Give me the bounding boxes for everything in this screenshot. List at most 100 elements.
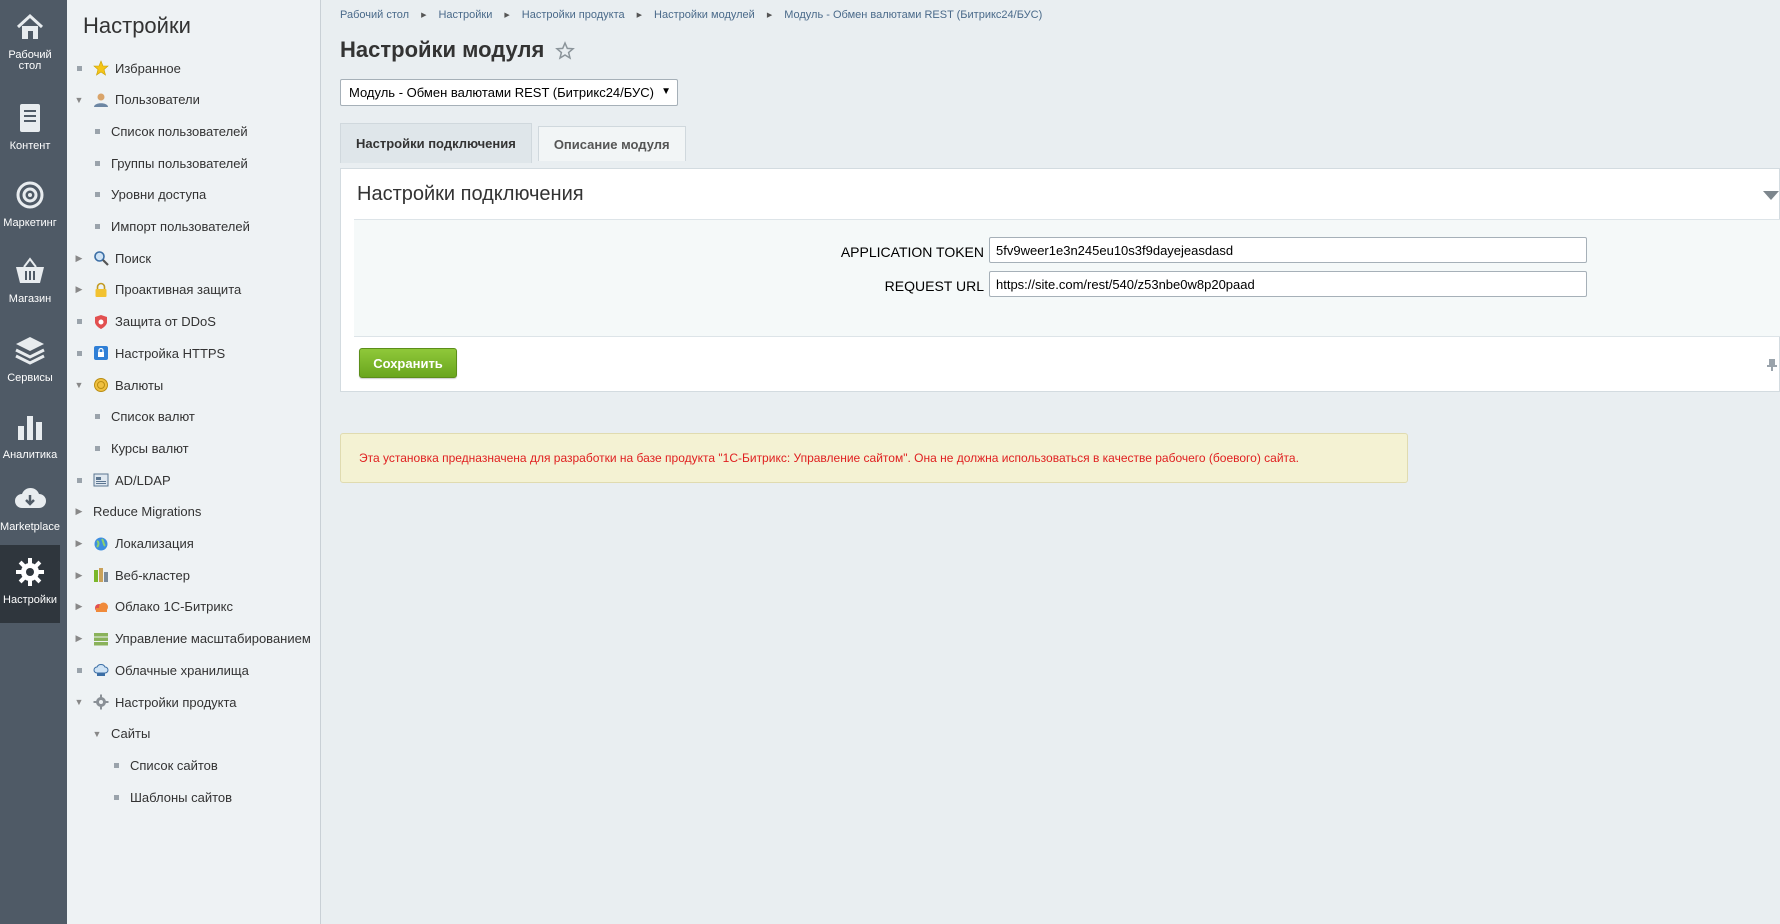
tree-item[interactable]: ▶ Reduce Migrations [71, 502, 202, 522]
notice-text: Эта установка предназначена для разработ… [359, 451, 1299, 465]
tree-item-label: Пользователи [115, 92, 200, 108]
tab-connection-settings[interactable]: Настройки подключения [340, 123, 532, 163]
tree-item[interactable]: ▶ Поиск [71, 248, 151, 268]
rail-label: Маркетинг [3, 217, 57, 229]
rail-label: Магазин [8, 293, 52, 305]
expanded-arrow-icon[interactable]: ▼ [71, 380, 87, 390]
breadcrumb-separator-icon: ▶ [766, 12, 773, 19]
bullet-icon [89, 192, 105, 198]
tab-bar: Настройки подключения Описание модуля [340, 123, 692, 163]
tree-item[interactable]: ▼ Сайты [89, 724, 151, 744]
star-icon [93, 60, 109, 76]
tree-item-label: Локализация [115, 536, 194, 551]
collapsed-arrow-icon[interactable]: ▶ [71, 253, 87, 264]
tree-item[interactable]: ▼ Пользователи [71, 90, 200, 110]
breadcrumb-link[interactable]: Настройки продукта [522, 9, 625, 21]
rail-item-content[interactable]: Контент [0, 91, 60, 173]
breadcrumb-link[interactable]: Модуль - Обмен валютами REST (Битрикс24/… [784, 9, 1042, 21]
tree-item-label: Список валют [111, 409, 195, 425]
bullet-icon [71, 319, 87, 325]
collapsed-arrow-icon[interactable]: ▶ [71, 506, 87, 517]
tree-item[interactable]: Список пользователей [89, 121, 248, 141]
tree-item-label: Поиск [115, 250, 152, 266]
tab-module-description[interactable]: Описание модуля [537, 126, 686, 161]
collapsed-arrow-icon[interactable]: ▶ [71, 633, 87, 644]
application-token-input[interactable] [989, 237, 1587, 263]
tree-item-label: Курсы валют [111, 440, 189, 456]
favorite-star-icon[interactable] [555, 41, 575, 61]
globe-icon [93, 536, 109, 552]
bullet-icon [108, 762, 124, 768]
tree-item[interactable]: Список валют [89, 407, 195, 427]
cloud-download-icon [13, 482, 47, 516]
tree-item[interactable]: AD/LDAP [71, 470, 171, 490]
collapsed-arrow-icon[interactable]: ▶ [71, 284, 87, 295]
tree-item[interactable]: Уровни доступа [89, 185, 206, 205]
section-title: Настройки подключения [357, 183, 584, 205]
tree-item-label: Шаблоны сайтов [130, 789, 233, 805]
gear-icon [13, 555, 47, 589]
expanded-arrow-icon[interactable]: ▼ [71, 697, 87, 707]
collapsed-arrow-icon[interactable]: ▶ [71, 570, 87, 581]
bullet-icon [89, 414, 105, 420]
tree-item[interactable]: Облачные хранилища [71, 660, 249, 680]
panel-title: Настройки [83, 13, 191, 38]
collapse-arrow-icon[interactable] [1763, 191, 1779, 200]
breadcrumb-link[interactable]: Рабочий стол [340, 9, 409, 21]
tree-item[interactable]: ▼ Настройки продукта [71, 692, 237, 712]
request-url-input[interactable] [989, 271, 1587, 297]
main-content: Рабочий стол ▶ Настройки ▶ Настройки про… [322, 0, 1780, 924]
page-title: Настройки модуля [340, 37, 545, 62]
rail-label: Marketplace [0, 521, 60, 533]
breadcrumb-link[interactable]: Настройки модулей [654, 9, 755, 21]
pin-icon[interactable] [1767, 359, 1777, 371]
bullet-dot [76, 350, 82, 356]
request-url-label: REQUEST URL [884, 278, 984, 294]
tree-item[interactable]: Защита от DDoS [71, 312, 216, 332]
tree-item[interactable]: Курсы валют [89, 438, 189, 458]
tree-item[interactable]: ▶ Облако 1С-Битрикс [71, 597, 233, 617]
rail-item-desktop[interactable]: Рабочий стол [0, 0, 60, 82]
collapsed-arrow-icon[interactable]: ▶ [71, 601, 87, 612]
tree-item[interactable]: ▼ Валюты [71, 375, 164, 395]
tree-item[interactable]: ▶ Локализация [71, 534, 194, 554]
tree-item[interactable]: ▶ Управление масштабированием [71, 629, 311, 649]
rail-label: Настройки [3, 594, 57, 606]
bullet-icon [108, 794, 124, 800]
tree-item[interactable]: Импорт пользователей [89, 217, 250, 237]
rail-label: Контент [9, 140, 51, 152]
expanded-arrow-icon[interactable]: ▼ [89, 729, 105, 739]
rail-item-settings[interactable]: Настройки [0, 545, 60, 623]
tree-item[interactable]: Избранное [71, 58, 181, 78]
cluster-icon [93, 567, 109, 583]
tree-item[interactable]: ▶ Проактивная защита [71, 280, 242, 300]
rail-item-marketplace[interactable]: Marketplace [0, 472, 60, 554]
bullet-icon [71, 477, 87, 483]
rail-item-shop[interactable]: Магазин [0, 244, 60, 326]
bullet-dot [113, 762, 119, 768]
bullet-dot [76, 319, 82, 325]
module-select[interactable]: Модуль - Обмен валютами REST (Битрикс24/… [340, 79, 678, 106]
bullet-dot [113, 794, 119, 800]
tree-item-label: Сайты [111, 726, 151, 742]
bullet-dot [94, 160, 100, 166]
rail-item-analytics[interactable]: Аналитика [0, 400, 60, 482]
breadcrumb-link[interactable]: Настройки [438, 9, 492, 21]
save-button[interactable]: Сохранить [359, 348, 457, 378]
cloud-icon [93, 599, 109, 615]
rail-item-services[interactable]: Сервисы [0, 323, 60, 405]
tree-item[interactable]: Настройка HTTPS [71, 343, 225, 363]
rail-item-marketing[interactable]: Маркетинг [0, 168, 60, 250]
expanded-arrow-icon[interactable]: ▼ [71, 95, 87, 105]
collapsed-arrow-icon[interactable]: ▶ [71, 538, 87, 549]
tree-item[interactable]: ▶ Веб-кластер [71, 565, 190, 585]
target-icon [13, 178, 47, 212]
breadcrumb-separator-icon: ▶ [504, 12, 510, 19]
shield-icon [93, 314, 109, 330]
bullet-icon [89, 160, 105, 166]
tree-item[interactable]: Группы пользователей [89, 153, 248, 173]
application-token-label: APPLICATION TOKEN [840, 244, 984, 260]
tree-item[interactable]: Список сайтов [108, 755, 218, 775]
tree-item[interactable]: Шаблоны сайтов [108, 787, 232, 807]
breadcrumb-separator-icon: ▶ [636, 12, 643, 19]
